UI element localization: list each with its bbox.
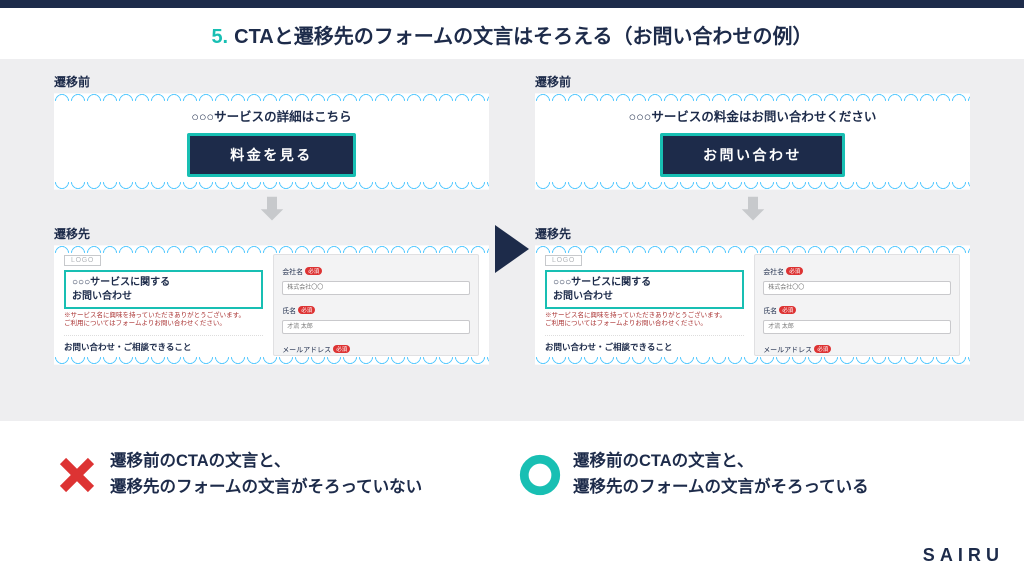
cta-button-right[interactable]: お問い合わせ xyxy=(660,133,845,177)
circle-icon xyxy=(519,454,561,496)
label-after: 遷移先 xyxy=(54,225,489,242)
after-card-left: LOGO ○○○サービスに関する お問い合わせ ※サービス名に興味を持っていただ… xyxy=(54,246,489,364)
label-after: 遷移先 xyxy=(535,225,970,242)
before-card-right: ○○○サービスの料金はお問い合わせください お問い合わせ xyxy=(535,94,970,189)
company-input[interactable] xyxy=(282,281,470,295)
field-label-email: メールアドレス xyxy=(282,345,331,355)
top-bar xyxy=(0,0,1024,8)
cta-copy-right: ○○○サービスの料金はお問い合わせください xyxy=(553,106,952,125)
field-label-email: メールアドレス xyxy=(763,345,812,355)
chevron-right-icon xyxy=(495,225,529,273)
form-note: ※サービス名に興味を持っていただきありがとうございます。 ご利用についてはフォー… xyxy=(545,312,744,329)
company-input[interactable] xyxy=(763,281,951,295)
down-arrow-icon xyxy=(54,193,489,223)
name-input[interactable] xyxy=(763,320,951,334)
cross-icon xyxy=(56,454,98,496)
field-label-name: 氏名 xyxy=(282,306,296,316)
before-card-left: ○○○サービスの詳細はこちら 料金を見る xyxy=(54,94,489,189)
conclusion-good: 遷移前のCTAの文言と、 遷移先のフォームの文言がそろっている xyxy=(519,449,968,500)
field-label-company: 会社名 xyxy=(282,267,303,277)
form-heading: ○○○サービスに関する お問い合わせ xyxy=(64,270,263,309)
name-input[interactable] xyxy=(282,320,470,334)
field-label-company: 会社名 xyxy=(763,267,784,277)
required-badge: 必須 xyxy=(333,345,350,353)
page-title: 5. CTAと遷移先のフォームの文言はそろえる（お問い合わせの例） xyxy=(0,8,1024,59)
down-arrow-icon xyxy=(535,193,970,223)
required-badge: 必須 xyxy=(305,267,322,275)
form-note: ※サービス名に興味を持っていただきありがとうございます。 ご利用についてはフォー… xyxy=(64,312,263,329)
brand-logo: SAIRU xyxy=(923,545,1004,566)
title-number: 5. xyxy=(211,26,228,48)
label-before: 遷移前 xyxy=(535,73,970,90)
conclusion-bad-text: 遷移前のCTAの文言と、 遷移先のフォームの文言がそろっていない xyxy=(110,449,422,500)
conclusion-bad: 遷移前のCTAの文言と、 遷移先のフォームの文言がそろっていない xyxy=(56,449,505,500)
required-badge: 必須 xyxy=(298,306,315,314)
cta-copy-left: ○○○サービスの詳細はこちら xyxy=(72,106,471,125)
logo-placeholder: LOGO xyxy=(545,255,582,266)
label-before: 遷移前 xyxy=(54,73,489,90)
after-card-right: LOGO ○○○サービスに関する お問い合わせ ※サービス名に興味を持っていただ… xyxy=(535,246,970,364)
required-badge: 必須 xyxy=(779,306,796,314)
example-right: 遷移前 ○○○サービスの料金はお問い合わせください お問い合わせ 遷移先 LOG… xyxy=(535,73,970,421)
form-panel: 会社名必須 氏名必須 メールアドレス必須 xyxy=(754,254,960,356)
field-label-name: 氏名 xyxy=(763,306,777,316)
cta-button-left[interactable]: 料金を見る xyxy=(187,133,356,177)
title-text: CTAと遷移先のフォームの文言はそろえる（お問い合わせの例） xyxy=(234,26,812,48)
required-badge: 必須 xyxy=(786,267,803,275)
form-subheading: お問い合わせ・ご相談できること xyxy=(64,335,263,353)
conclusion-good-text: 遷移前のCTAの文言と、 遷移先のフォームの文言がそろっている xyxy=(573,449,869,500)
example-left: 遷移前 ○○○サービスの詳細はこちら 料金を見る 遷移先 LOGO ○○○サービ… xyxy=(54,73,489,421)
logo-placeholder: LOGO xyxy=(64,255,101,266)
form-subheading: お問い合わせ・ご相談できること xyxy=(545,335,744,353)
form-panel: 会社名必須 氏名必須 メールアドレス必須 xyxy=(273,254,479,356)
conclusion-row: 遷移前のCTAの文言と、 遷移先のフォームの文言がそろっていない 遷移前のCTA… xyxy=(0,421,1024,500)
comparison-band: 遷移前 ○○○サービスの詳細はこちら 料金を見る 遷移先 LOGO ○○○サービ… xyxy=(0,59,1024,421)
required-badge: 必須 xyxy=(814,345,831,353)
form-heading: ○○○サービスに関する お問い合わせ xyxy=(545,270,744,309)
